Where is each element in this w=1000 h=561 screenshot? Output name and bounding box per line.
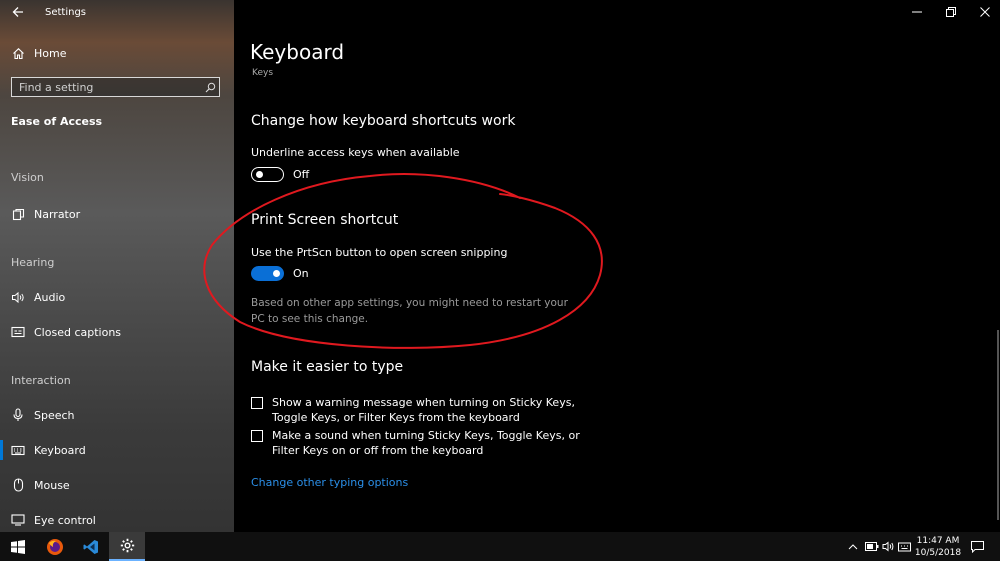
show-hidden-icons-button[interactable] — [845, 532, 861, 561]
sidebar-item-keyboard[interactable]: Keyboard — [11, 440, 86, 460]
checkbox-label: Show a warning message when turning on S… — [272, 396, 575, 424]
section-hearing: Hearing — [11, 256, 55, 269]
input-tray-icon[interactable] — [896, 532, 912, 561]
close-icon — [980, 7, 990, 17]
underline-access-keys-toggle[interactable] — [251, 167, 284, 182]
volume-tray-icon[interactable] — [880, 532, 896, 561]
sidebar: Settings Home Ease of Access Vision Narr… — [0, 0, 234, 532]
sticky-keys-warning-option[interactable]: Show a warning message when turning on S… — [251, 395, 582, 425]
vscode-icon — [83, 539, 98, 554]
sidebar-item-label: Closed captions — [34, 325, 122, 339]
restore-icon — [946, 7, 956, 17]
restore-button[interactable] — [934, 0, 968, 24]
shortcuts-heading: Change how keyboard shortcuts work — [251, 113, 516, 129]
underline-toggle-state: Off — [293, 168, 310, 181]
taskbar: 11:47 AM 10/5/2018 — [0, 532, 1000, 561]
battery-tray-icon[interactable] — [863, 532, 881, 561]
search-box[interactable] — [11, 77, 220, 97]
home-nav-item[interactable]: Home — [11, 43, 66, 63]
microphone-icon — [11, 408, 25, 422]
sidebar-item-label: Speech — [34, 408, 75, 422]
restart-note: Based on other app settings, you might n… — [251, 297, 568, 325]
sidebar-item-label: Narrator — [34, 207, 81, 221]
vscode-taskbar-button[interactable] — [73, 532, 109, 561]
firefox-icon — [47, 538, 63, 555]
checkbox-label: Make a sound when turning Sticky Keys, T… — [272, 429, 580, 457]
active-indicator — [0, 440, 3, 460]
toggle-knob — [256, 170, 263, 178]
sidebar-item-mouse[interactable]: Mouse — [11, 475, 70, 495]
keyboard-icon — [11, 443, 25, 457]
sidebar-item-audio[interactable]: Audio — [11, 287, 65, 307]
print-screen-heading: Print Screen shortcut — [251, 212, 399, 228]
back-button[interactable] — [11, 3, 27, 21]
page-title: Keyboard — [250, 40, 345, 64]
sidebar-item-narrator[interactable]: Narrator — [11, 204, 80, 224]
gear-icon — [120, 538, 134, 553]
sticky-keys-sound-option[interactable]: Make a sound when turning Sticky Keys, T… — [251, 428, 582, 458]
scrollbar[interactable] — [997, 330, 999, 520]
sidebar-item-eye-control[interactable]: Eye control — [11, 510, 96, 530]
sidebar-item-label: Mouse — [34, 478, 70, 492]
closed-captions-icon — [11, 325, 25, 339]
page-subtitle: Keys — [252, 68, 274, 78]
windows-logo-icon — [11, 539, 25, 554]
section-vision: Vision — [11, 171, 44, 184]
speaker-icon — [11, 290, 25, 304]
underline-access-keys-label: Underline access keys when available — [251, 146, 460, 159]
keyboard-icon — [897, 542, 911, 551]
clock-time: 11:47 AM — [916, 536, 960, 546]
speaker-icon — [882, 541, 893, 552]
prtscn-label: Use the PrtScn button to open screen sni… — [251, 246, 508, 259]
start-button[interactable] — [0, 532, 36, 561]
chevron-up-icon — [848, 543, 858, 549]
category-title: Ease of Access — [11, 115, 103, 128]
sticky-keys-sound-checkbox[interactable] — [251, 430, 263, 442]
minimize-button[interactable] — [900, 0, 934, 24]
toggle-knob — [273, 269, 280, 277]
sidebar-item-speech[interactable]: Speech — [11, 405, 75, 425]
back-arrow-icon — [12, 7, 23, 17]
close-button[interactable] — [968, 0, 1000, 24]
home-icon — [11, 46, 25, 60]
typing-heading: Make it easier to type — [251, 359, 404, 375]
sticky-keys-warning-checkbox[interactable] — [251, 397, 263, 409]
window-title: Settings — [45, 7, 87, 18]
section-interaction: Interaction — [11, 374, 71, 387]
prtscn-toggle-state: On — [293, 267, 309, 280]
search-icon[interactable] — [201, 78, 219, 96]
main-content: Keyboard Keys Change how keyboard shortc… — [234, 0, 1000, 532]
home-label: Home — [34, 46, 67, 60]
sidebar-item-label: Keyboard — [34, 443, 86, 457]
minimize-icon — [912, 11, 922, 13]
clock-date: 10/5/2018 — [914, 548, 962, 558]
firefox-taskbar-button[interactable] — [37, 532, 73, 561]
action-center-button[interactable] — [968, 532, 986, 561]
sidebar-item-closed-captions[interactable]: Closed captions — [11, 322, 121, 342]
eye-control-icon — [11, 513, 25, 527]
prtscn-toggle[interactable] — [251, 266, 284, 281]
taskbar-clock[interactable]: 11:47 AM 10/5/2018 — [912, 535, 964, 559]
battery-icon — [865, 542, 879, 551]
mouse-icon — [11, 478, 25, 492]
notification-icon — [970, 540, 984, 553]
narrator-icon — [11, 207, 25, 221]
typing-options-link[interactable]: Change other typing options — [251, 476, 408, 489]
sidebar-item-label: Audio — [34, 290, 66, 304]
search-input[interactable] — [12, 79, 201, 95]
settings-taskbar-button[interactable] — [109, 532, 145, 561]
sidebar-item-label: Eye control — [34, 513, 96, 527]
